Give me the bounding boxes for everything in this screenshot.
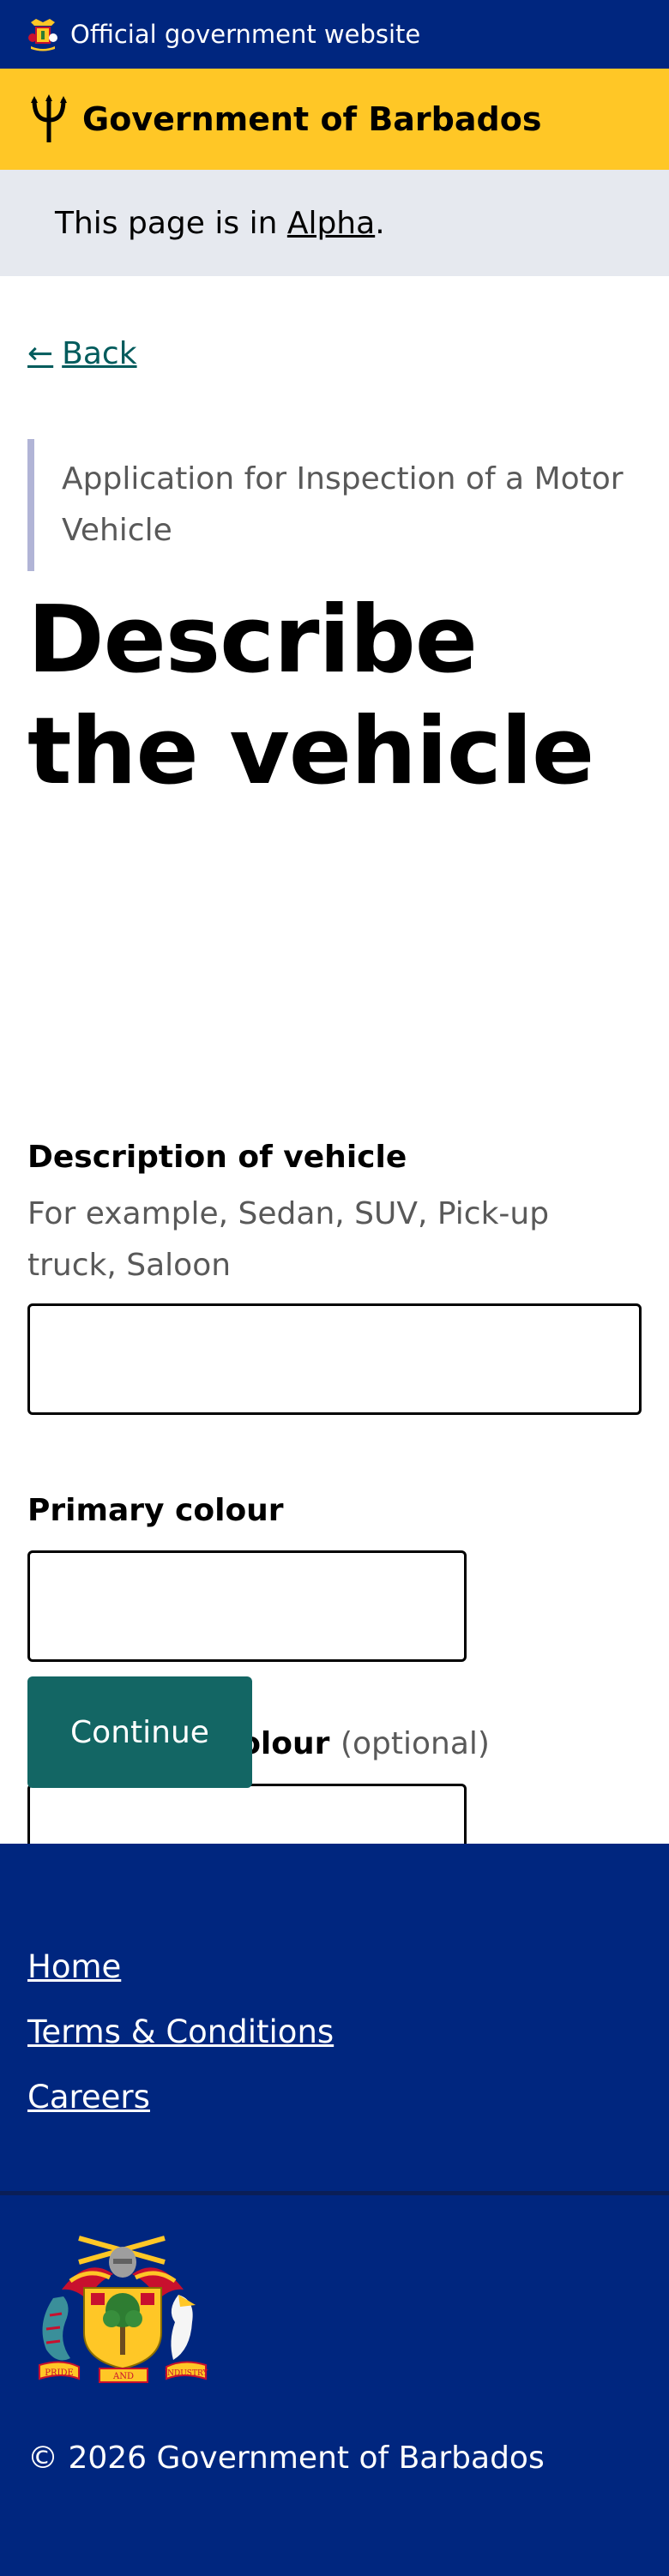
description-hint: For example, Sedan, SUV, Pick-up truck, … [27, 1196, 550, 1283]
site-header: Government of Barbados [0, 69, 669, 170]
motto-and: AND [112, 2372, 134, 2381]
footer-bottom: PRIDE AND INDUSTRY © 2026 Government of … [0, 2195, 669, 2576]
primary-colour-label: Primary colour [27, 1493, 284, 1528]
description-input[interactable] [27, 1303, 642, 1415]
trident-icon [31, 94, 67, 142]
back-link-label: Back [62, 336, 137, 371]
main-content: ← Back Application for Inspection of a M… [0, 276, 669, 1895]
form-caption: Application for Inspection of a Motor Ve… [62, 461, 624, 548]
optional-tag: (optional) [340, 1726, 490, 1761]
phase-banner: This page is in Alpha . [0, 170, 669, 276]
footer-link-careers[interactable]: Careers [27, 2079, 150, 2116]
continue-button[interactable]: Continue [27, 1676, 252, 1788]
form-caption-block: Application for Inspection of a Motor Ve… [27, 439, 642, 571]
phase-banner-suffix: . [375, 205, 385, 241]
official-banner-text: Official government website [70, 20, 421, 49]
official-banner: Official government website [0, 0, 669, 69]
crest-icon [27, 17, 58, 51]
description-label: Description of vehicle [27, 1140, 407, 1175]
copyright-text: © 2026 Government of Barbados [27, 2441, 545, 2476]
description-field-group: Description of vehicle For example, Seda… [27, 1139, 642, 1415]
phase-banner-prefix: This page is in [55, 205, 287, 241]
phase-alpha-link[interactable]: Alpha [287, 206, 375, 241]
page-title: Describe the vehicle [27, 587, 594, 805]
site-title[interactable]: Government of Barbados [82, 100, 541, 138]
motto-industry: INDUSTRY [165, 2369, 209, 2378]
primary-colour-field-group: Primary colour [27, 1492, 642, 1662]
footer-links: Home Terms & Conditions Careers [0, 1844, 669, 2195]
back-arrow-icon: ← [27, 336, 54, 371]
coat-of-arms-logo: PRIDE AND INDUSTRY [39, 2236, 209, 2383]
footer-link-terms[interactable]: Terms & Conditions [27, 2013, 334, 2050]
primary-colour-input[interactable] [27, 1550, 467, 1662]
motto-pride: PRIDE [45, 2368, 74, 2378]
footer-link-home[interactable]: Home [27, 1948, 121, 1985]
back-link[interactable]: ← Back [27, 336, 137, 371]
